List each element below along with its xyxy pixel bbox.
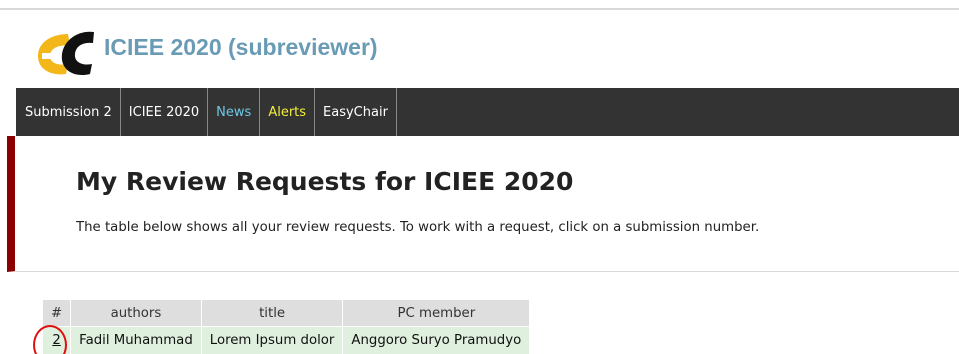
top-border xyxy=(0,0,959,10)
review-requests-table: # authors title PC member 2 Fadil Muhamm… xyxy=(41,299,531,354)
nav-item-alerts[interactable]: Alerts xyxy=(260,88,316,136)
cell-pc-member: Anggoro Suryo Pramudyo xyxy=(342,326,531,354)
column-header-authors: authors xyxy=(70,299,202,327)
nav-item-news[interactable]: News xyxy=(208,88,261,136)
nav-item-submission-2[interactable]: Submission 2 xyxy=(16,88,121,136)
nav-item-easychair[interactable]: EasyChair xyxy=(315,88,397,136)
page-description: The table below shows all your review re… xyxy=(76,220,760,235)
page-title: My Review Requests for ICIEE 2020 xyxy=(76,167,574,196)
app-title: ICIEE 2020 (subreviewer) xyxy=(104,34,378,60)
content-panel: My Review Requests for ICIEE 2020 The ta… xyxy=(7,136,959,272)
nav-item-iciee-2020[interactable]: ICIEE 2020 xyxy=(121,88,209,136)
submission-number-link[interactable]: 2 xyxy=(52,333,60,348)
table-header-row: # authors title PC member xyxy=(41,299,531,327)
column-header-pc-member: PC member xyxy=(342,299,531,327)
header: ICIEE 2020 (subreviewer) xyxy=(0,12,959,88)
cell-number: 2 xyxy=(41,326,72,354)
table-row: 2 Fadil Muhammad Lorem Ipsum dolor Anggo… xyxy=(41,326,531,354)
column-header-number: # xyxy=(41,299,72,327)
navbar: Submission 2 ICIEE 2020 News Alerts Easy… xyxy=(16,88,959,136)
cell-title: Lorem Ipsum dolor xyxy=(200,326,344,354)
easychair-logo-icon xyxy=(38,31,94,76)
column-header-title: title xyxy=(200,299,344,327)
cell-authors: Fadil Muhammad xyxy=(70,326,202,354)
